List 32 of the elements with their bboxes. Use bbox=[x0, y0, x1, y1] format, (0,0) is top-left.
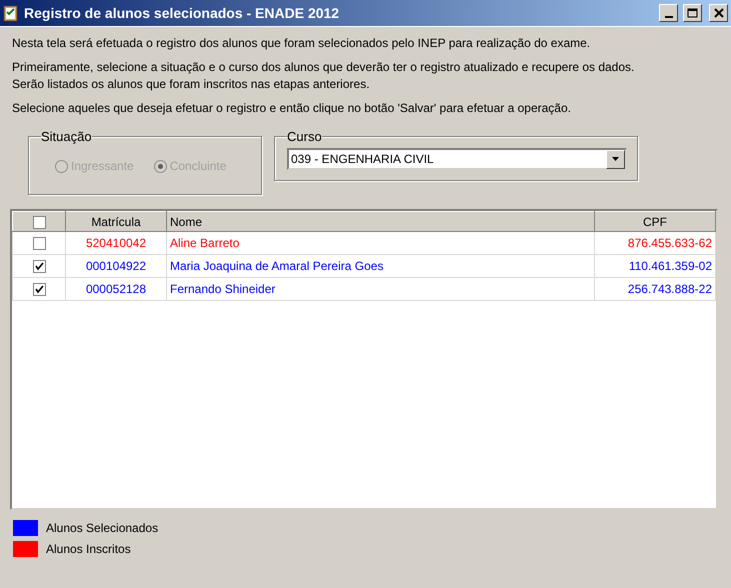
checkbox[interactable] bbox=[32, 216, 46, 229]
table-cell: 000052128 bbox=[66, 278, 166, 300]
maximize-button[interactable] bbox=[683, 4, 702, 22]
instruction-text: Primeiramente, selecione a situação e o curso dos alunos que deverão ter o registro atualizado e recupere os dados. Serão listados os alunos que foram inscritos nas etapas anteriores. bbox=[12, 59, 636, 93]
instruction-text: Selecione aqueles que deseja efetuar o registro e então clique no botão 'Salvar' para efetuar a operação. bbox=[12, 100, 572, 117]
legend-label: Alunos Inscritos bbox=[46, 542, 131, 556]
group-label: Curso bbox=[287, 129, 322, 144]
instruction-text: Nesta tela será efetuada o registro dos alunos que foram selecionados pelo INEP para realização do exame. bbox=[12, 35, 592, 52]
window-title: Registro de alunos selecionados - ENADE 2012 bbox=[24, 5, 340, 21]
table-cell: Aline Barreto bbox=[166, 232, 594, 254]
table-cell: Maria Joaquina de Amaral Pereira Goes bbox=[166, 254, 594, 278]
course-dropdown[interactable]: 039 - ENGENHARIA CIVIL bbox=[287, 148, 627, 170]
table-cell: 110.461.359-02 bbox=[594, 254, 716, 278]
checkbox[interactable] bbox=[32, 260, 46, 274]
table-cell: Fernando Shineider bbox=[166, 278, 594, 300]
group-label: Situação bbox=[41, 129, 92, 144]
minimize-icon bbox=[664, 16, 672, 18]
close-button[interactable] bbox=[709, 4, 728, 22]
clipboard-icon bbox=[3, 4, 19, 22]
table-cell: 256.743.888-22 bbox=[594, 278, 716, 300]
column-header[interactable]: Matrícula bbox=[66, 212, 166, 232]
legend-label: Alunos Selecionados bbox=[46, 521, 158, 535]
minimize-button[interactable] bbox=[659, 4, 678, 22]
table-cell: 876.455.633-62 bbox=[594, 232, 716, 254]
table-cell: 000104922 bbox=[66, 254, 166, 278]
checkbox[interactable] bbox=[32, 283, 46, 296]
column-header[interactable]: CPF bbox=[594, 212, 716, 232]
checkbox[interactable] bbox=[32, 237, 46, 250]
table-cell: 520410042 bbox=[66, 232, 166, 254]
close-icon bbox=[714, 8, 724, 18]
column-header[interactable]: Nome bbox=[166, 212, 594, 232]
maximize-icon bbox=[687, 8, 698, 18]
